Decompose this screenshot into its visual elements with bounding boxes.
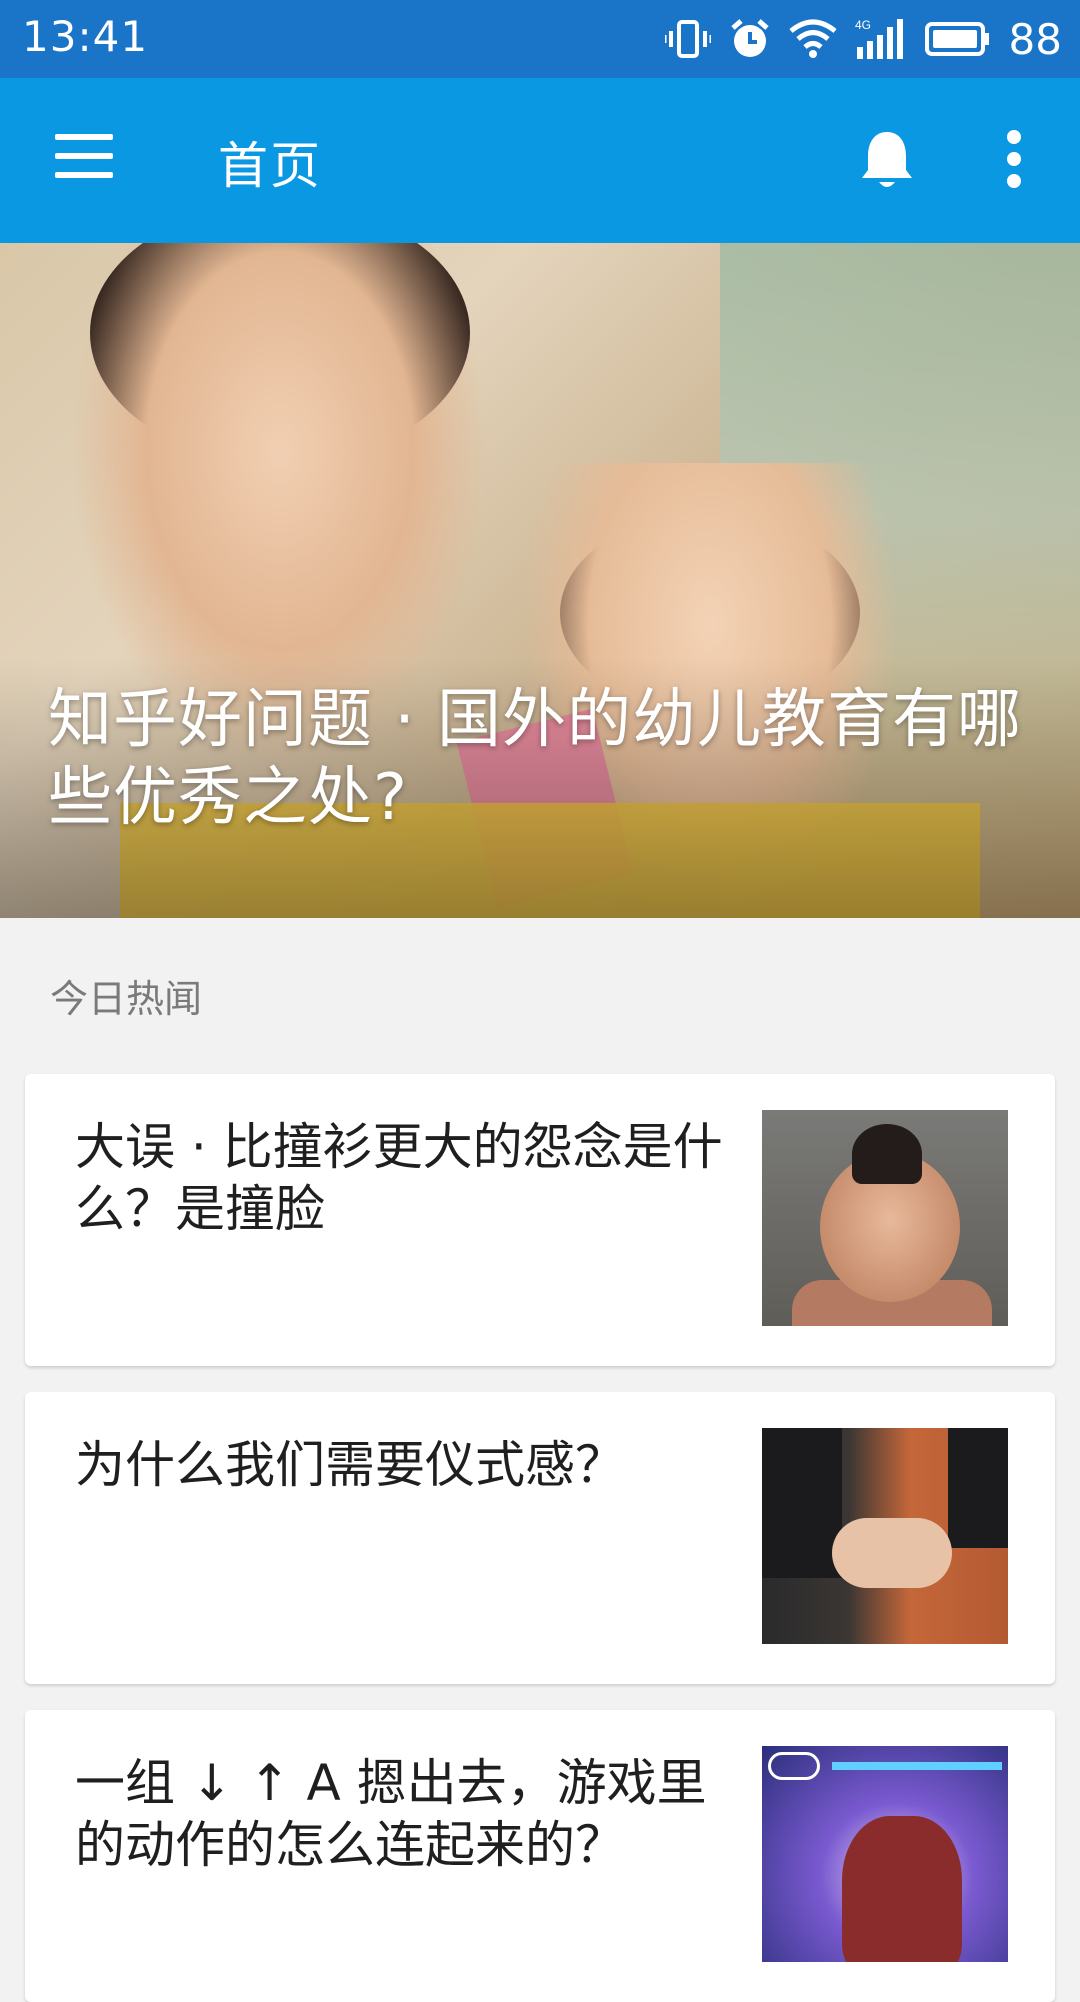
- status-time: 13:41: [22, 12, 149, 61]
- story-card[interactable]: 为什么我们需要仪式感？: [25, 1392, 1055, 1684]
- story-thumbnail: [762, 1428, 1008, 1644]
- bell-icon[interactable]: [858, 128, 916, 192]
- story-title: 一组 ↓ ↑ A 摁出去，游戏里的动作的怎么连起来的？: [75, 1754, 707, 1874]
- status-bar: 13:41 4G 88: [0, 0, 1080, 78]
- top-story-banner[interactable]: 知乎好问题 · 国外的幼儿教育有哪些优秀之处?: [0, 243, 1080, 918]
- section-title: 今日热闻: [50, 977, 203, 1021]
- app-bar: 首页: [0, 78, 1080, 243]
- banner-title: 知乎好问题 · 国外的幼儿教育有哪些优秀之处?: [48, 683, 1023, 835]
- page-title: 首页: [218, 137, 322, 195]
- alarm-icon: [729, 18, 771, 60]
- network-type-label: 4G: [855, 18, 871, 32]
- story-card[interactable]: 大误 · 比撞衫更大的怨念是什么？是撞脸: [25, 1074, 1055, 1366]
- vibrate-icon: [664, 19, 711, 59]
- battery-level: 88: [1008, 14, 1062, 64]
- hamburger-menu-icon[interactable]: [55, 134, 113, 182]
- wifi-icon: [788, 19, 837, 59]
- story-card[interactable]: 一组 ↓ ↑ A 摁出去，游戏里的动作的怎么连起来的？: [25, 1710, 1055, 2002]
- story-thumbnail: [762, 1746, 1008, 1962]
- more-vertical-icon[interactable]: [998, 130, 1030, 190]
- story-title: 大误 · 比撞衫更大的怨念是什么？是撞脸: [75, 1118, 723, 1238]
- story-title: 为什么我们需要仪式感？: [75, 1436, 625, 1494]
- status-icons: 4G 88: [664, 12, 1062, 66]
- battery-icon: [924, 22, 991, 56]
- story-thumbnail: [762, 1110, 1008, 1326]
- signal-icon: 4G: [855, 17, 907, 61]
